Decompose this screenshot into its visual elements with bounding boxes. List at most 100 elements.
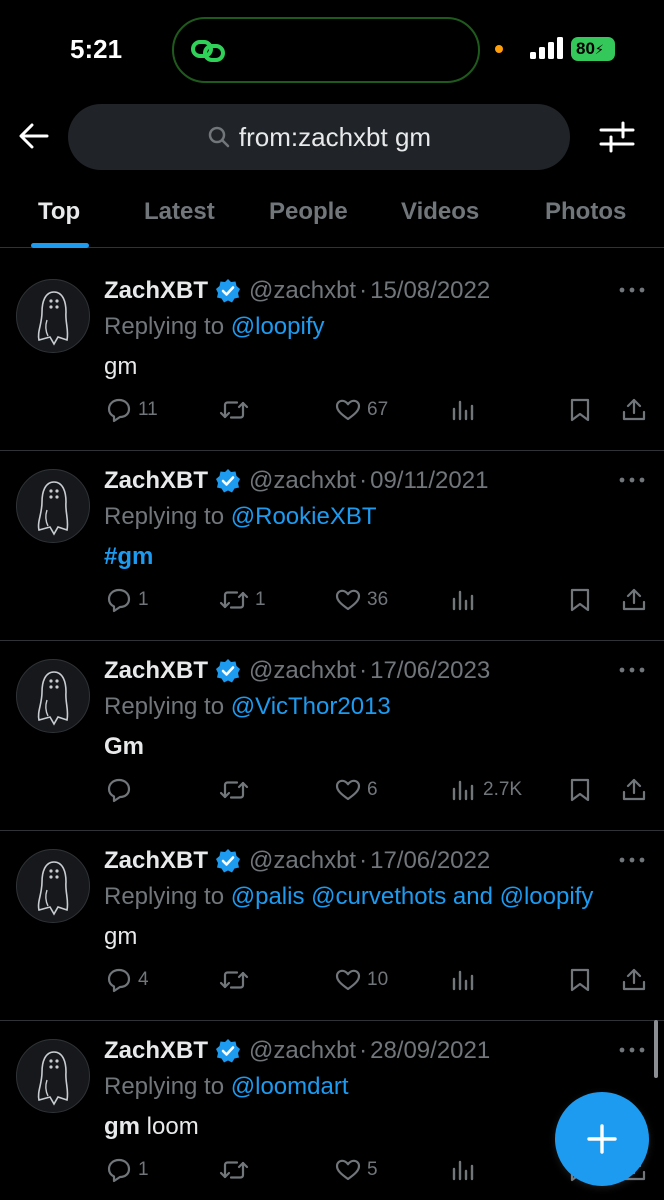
status-time: 5:21 <box>70 34 123 64</box>
views-button[interactable] <box>451 1157 483 1183</box>
share-button[interactable] <box>621 397 647 423</box>
battery-level: 80 <box>576 39 595 58</box>
author-name[interactable]: ZachXBT <box>104 657 208 685</box>
like-button[interactable]: 67 <box>335 397 388 423</box>
tweet-text: #gm <box>104 543 153 571</box>
view-count: 2.7K <box>483 779 523 800</box>
more-options-icon[interactable] <box>618 471 646 489</box>
tweet[interactable]: ZachXBT @zachxbt · 17/06/2022 Replying to … <box>0 831 664 1021</box>
tab-latest[interactable]: Latest <box>144 198 215 226</box>
reply-button[interactable]: 1 <box>106 1157 149 1183</box>
reply-count: 1 <box>138 589 149 610</box>
share-button[interactable] <box>621 967 647 993</box>
views-button[interactable]: 2.7K <box>451 777 522 803</box>
retweet-button[interactable]: 1 <box>219 587 266 613</box>
author-handle[interactable]: @zachxbt <box>249 1037 356 1065</box>
author-handle[interactable]: @zachxbt <box>249 277 356 305</box>
mention-link[interactable]: @loopify <box>231 313 325 340</box>
author-name[interactable]: ZachXBT <box>104 277 208 305</box>
more-options-icon[interactable] <box>618 1041 646 1059</box>
like-count: 5 <box>367 1159 378 1180</box>
mention-link[interactable]: @RookieXBT <box>231 503 377 530</box>
mention-link[interactable]: @loomdart <box>231 1073 349 1100</box>
views-button[interactable] <box>451 397 483 423</box>
more-options-icon[interactable] <box>618 281 646 299</box>
share-button[interactable] <box>621 777 647 803</box>
bookmark-button[interactable] <box>567 397 593 423</box>
share-button[interactable] <box>621 587 647 613</box>
like-button[interactable]: 36 <box>335 587 388 613</box>
tweet-text-bold: Gm <box>104 733 145 760</box>
search-input[interactable]: from:zachxbt gm <box>68 104 570 170</box>
like-button[interactable]: 6 <box>335 777 378 803</box>
retweet-button[interactable] <box>219 967 255 993</box>
retweet-button[interactable] <box>219 397 255 423</box>
author-handle[interactable]: @zachxbt <box>249 657 356 685</box>
retweet-icon <box>219 401 249 419</box>
reply-button[interactable]: 1 <box>106 587 149 613</box>
verified-badge-icon <box>216 469 241 493</box>
tweet-header: ZachXBT @zachxbt · 28/09/2021 <box>104 1037 490 1065</box>
back-arrow-icon[interactable] <box>16 118 52 154</box>
hashtag-link[interactable]: #gm <box>104 543 153 570</box>
views-button[interactable] <box>451 587 483 613</box>
active-tab-indicator <box>31 243 89 248</box>
filter-sliders-icon[interactable] <box>598 118 636 156</box>
tab-photos[interactable]: Photos <box>545 198 626 226</box>
mention-link[interactable]: @palis @curvethots and @loopify <box>231 883 594 910</box>
author-name[interactable]: ZachXBT <box>104 847 208 875</box>
author-handle[interactable]: @zachxbt <box>249 847 356 875</box>
bookmark-button[interactable] <box>567 777 593 803</box>
heart-icon <box>335 779 361 801</box>
avatar[interactable] <box>16 1039 90 1113</box>
author-name[interactable]: ZachXBT <box>104 467 208 495</box>
bookmark-button[interactable] <box>567 967 593 993</box>
tweet-text-plain: loom <box>140 1113 199 1140</box>
tweet-actions: 1 1 36 <box>0 587 664 617</box>
reply-button[interactable]: 4 <box>106 967 149 993</box>
like-count: 6 <box>367 779 378 800</box>
tweet[interactable]: ZachXBT @zachxbt · 17/06/2023 Replying to … <box>0 641 664 831</box>
tab-videos[interactable]: Videos <box>401 198 479 226</box>
bookmark-button[interactable] <box>567 587 593 613</box>
avatar[interactable] <box>16 279 90 353</box>
verified-badge-icon <box>216 279 241 303</box>
tweet-date: 28/09/2021 <box>370 1037 491 1064</box>
reply-count: 11 <box>138 399 158 420</box>
tab-top[interactable]: Top <box>38 198 80 226</box>
more-options-icon[interactable] <box>618 851 646 869</box>
author-name[interactable]: ZachXBT <box>104 1037 208 1065</box>
tweet-text-plain: gm <box>104 353 138 380</box>
replying-to: Replying to @loopify <box>104 313 325 341</box>
compose-button[interactable] <box>555 1092 649 1186</box>
reply-button[interactable]: 11 <box>106 397 158 423</box>
author-handle[interactable]: @zachxbt <box>249 467 356 495</box>
like-button[interactable]: 10 <box>335 967 388 993</box>
avatar[interactable] <box>16 849 90 923</box>
reply-button[interactable] <box>106 777 138 803</box>
tweet[interactable]: ZachXBT @zachxbt · 09/11/2021 Replying to … <box>0 451 664 641</box>
tweet[interactable]: ZachXBT @zachxbt · 15/08/2022 Replying to … <box>0 261 664 451</box>
retweet-icon <box>219 1161 249 1179</box>
retweet-icon <box>219 971 249 989</box>
tweet-text: Gm <box>104 733 144 761</box>
heart-icon <box>335 589 361 611</box>
replying-to: Replying to @RookieXBT <box>104 503 377 531</box>
like-button[interactable]: 5 <box>335 1157 378 1183</box>
tab-people[interactable]: People <box>269 198 348 226</box>
bookmark-icon <box>570 968 590 992</box>
bookmark-icon <box>570 588 590 612</box>
retweet-button[interactable] <box>219 777 255 803</box>
avatar[interactable] <box>16 469 90 543</box>
share-icon <box>622 778 646 801</box>
more-options-icon[interactable] <box>618 661 646 679</box>
like-count: 67 <box>367 399 389 420</box>
retweet-icon <box>219 591 249 609</box>
views-button[interactable] <box>451 967 483 993</box>
tweet-actions: 6 2.7K <box>0 777 664 807</box>
battery-indicator: 80⚡ <box>571 37 615 61</box>
scrollbar[interactable] <box>654 1020 658 1078</box>
mention-link[interactable]: @VicThor2013 <box>231 693 391 720</box>
retweet-button[interactable] <box>219 1157 255 1183</box>
avatar[interactable] <box>16 659 90 733</box>
